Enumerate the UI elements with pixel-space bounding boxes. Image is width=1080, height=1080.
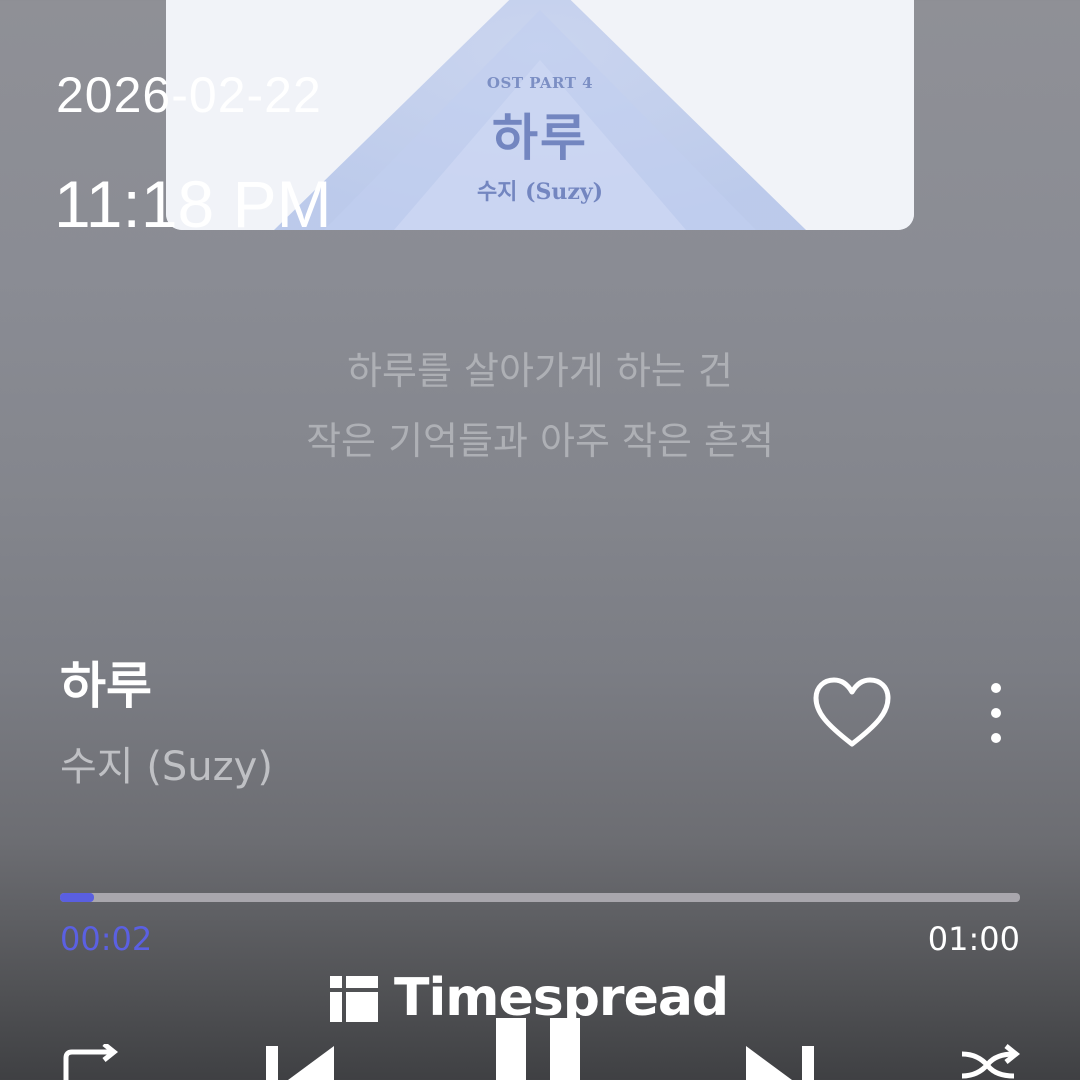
total-duration: 01:00 (927, 920, 1020, 958)
progress-bar[interactable] (60, 893, 1020, 902)
date-stamp: 2026-02-22 (56, 67, 322, 123)
track-title: 하루 (60, 657, 152, 715)
previous-icon (266, 1046, 334, 1080)
previous-track-button[interactable] (262, 1040, 338, 1080)
repeat-icon (63, 1042, 119, 1080)
pause-icon (496, 1018, 580, 1080)
heart-icon (813, 677, 891, 747)
lyric-line: 하루를 살아가게 하는 건 (347, 349, 733, 393)
next-icon (746, 1046, 814, 1080)
track-artist[interactable]: 수지 (Suzy) (60, 734, 273, 792)
lyric-line: 작은 기억들과 아주 작은 흔적 (306, 419, 774, 463)
repeat-button[interactable] (58, 1042, 122, 1080)
lyrics-panel[interactable]: 하루를 살아가게 하는 건 작은 기억들과 아주 작은 흔적 (0, 336, 1080, 476)
timespread-logo-icon (330, 976, 378, 1022)
pause-button[interactable] (492, 1018, 588, 1080)
elapsed-time: 00:02 (60, 920, 153, 958)
shuffle-button[interactable] (958, 1044, 1022, 1080)
like-button[interactable] (812, 676, 892, 750)
progress-fill (60, 893, 94, 902)
time-stamp: 11:18 PM (54, 167, 332, 241)
more-options-button[interactable] (976, 680, 1016, 746)
shuffle-icon (961, 1044, 1021, 1079)
next-track-button[interactable] (742, 1040, 818, 1080)
more-vertical-icon (991, 683, 1001, 743)
